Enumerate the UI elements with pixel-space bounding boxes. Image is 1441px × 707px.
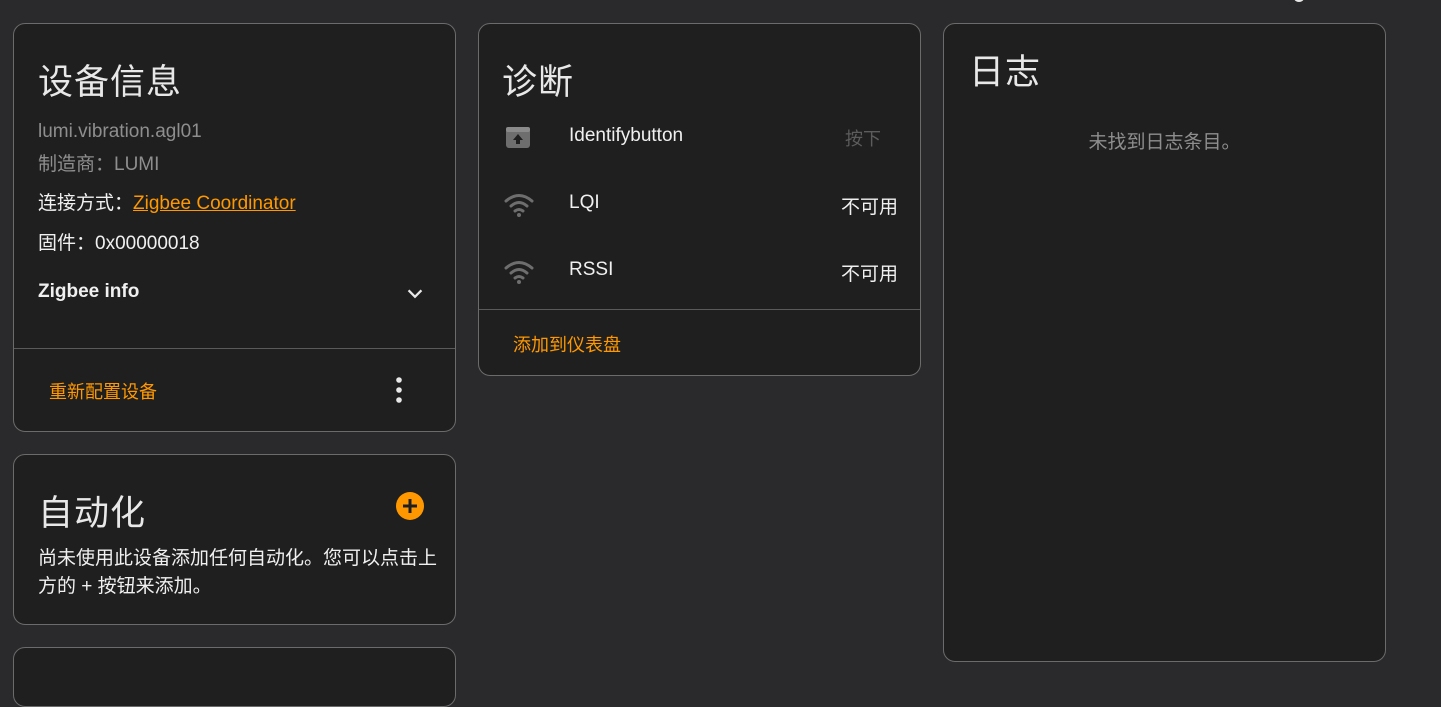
connection-label: 连接方式： — [38, 193, 134, 214]
device-model: lumi.vibration.agl01 — [38, 121, 202, 142]
avatar — [1294, 0, 1304, 2]
diagnostics-divider — [479, 309, 920, 310]
diagnostic-label: LQI — [569, 192, 600, 213]
zigbee-info-expander[interactable]: Zigbee info — [14, 266, 455, 322]
device-info-title: 设备信息 — [38, 63, 183, 102]
zigbee-info-label: Zigbee info — [38, 281, 140, 302]
more-vert-icon[interactable] — [386, 376, 412, 404]
press-button[interactable]: 按下 — [845, 125, 881, 151]
automation-description: 尚未使用此设备添加任何自动化。您可以点击上方的 + 按钮来添加。 — [38, 548, 438, 597]
diagnostic-value: 不可用 — [840, 197, 898, 218]
logbook-empty-message: 未找到日志条目。 — [1088, 132, 1241, 153]
wifi-signal-icon — [504, 192, 534, 218]
wifi-signal-icon — [504, 259, 534, 285]
logbook-title: 日志 — [969, 53, 1042, 92]
automation-title: 自动化 — [38, 494, 147, 533]
device-manufacturer: 制造商：LUMI — [38, 154, 160, 175]
device-info-card: 设备信息 lumi.vibration.agl01 制造商：LUMI 连接方式：… — [13, 23, 456, 432]
connection-row: 连接方式：Zigbee Coordinator — [38, 188, 296, 215]
add-automation-icon[interactable] — [395, 491, 425, 521]
firmware-text: 固件：0x00000018 — [38, 233, 200, 254]
diagnostic-value: 不可用 — [840, 264, 898, 285]
add-to-dashboard-button[interactable]: 添加到仪表盘 — [513, 331, 621, 357]
device-info-divider — [14, 348, 455, 349]
diagnostics-title: 诊断 — [502, 63, 575, 102]
identify-button-icon — [505, 124, 531, 150]
diagnostic-label: RSSI — [569, 259, 614, 280]
chevron-down-icon — [404, 283, 426, 305]
diagnostic-row-rssi[interactable]: RSSI 不可用 — [479, 238, 920, 302]
diagnostic-row-lqi[interactable]: LQI 不可用 — [479, 171, 920, 235]
reconfigure-device-button[interactable]: 重新配置设备 — [49, 378, 157, 404]
connection-link[interactable]: Zigbee Coordinator — [133, 193, 296, 214]
logbook-card: 日志 未找到日志条目。 — [943, 23, 1386, 662]
diagnostic-label: Identifybutton — [569, 125, 684, 146]
diagnostic-row-identify[interactable]: Identifybutton 按下 — [479, 104, 920, 168]
partial-card — [13, 647, 456, 707]
automation-card: 自动化 尚未使用此设备添加任何自动化。您可以点击上方的 + 按钮来添加。 — [13, 454, 456, 625]
diagnostics-card: 诊断 Identifybutton 按下 LQI 不可用 RSSI 不可用 添加… — [478, 23, 921, 376]
